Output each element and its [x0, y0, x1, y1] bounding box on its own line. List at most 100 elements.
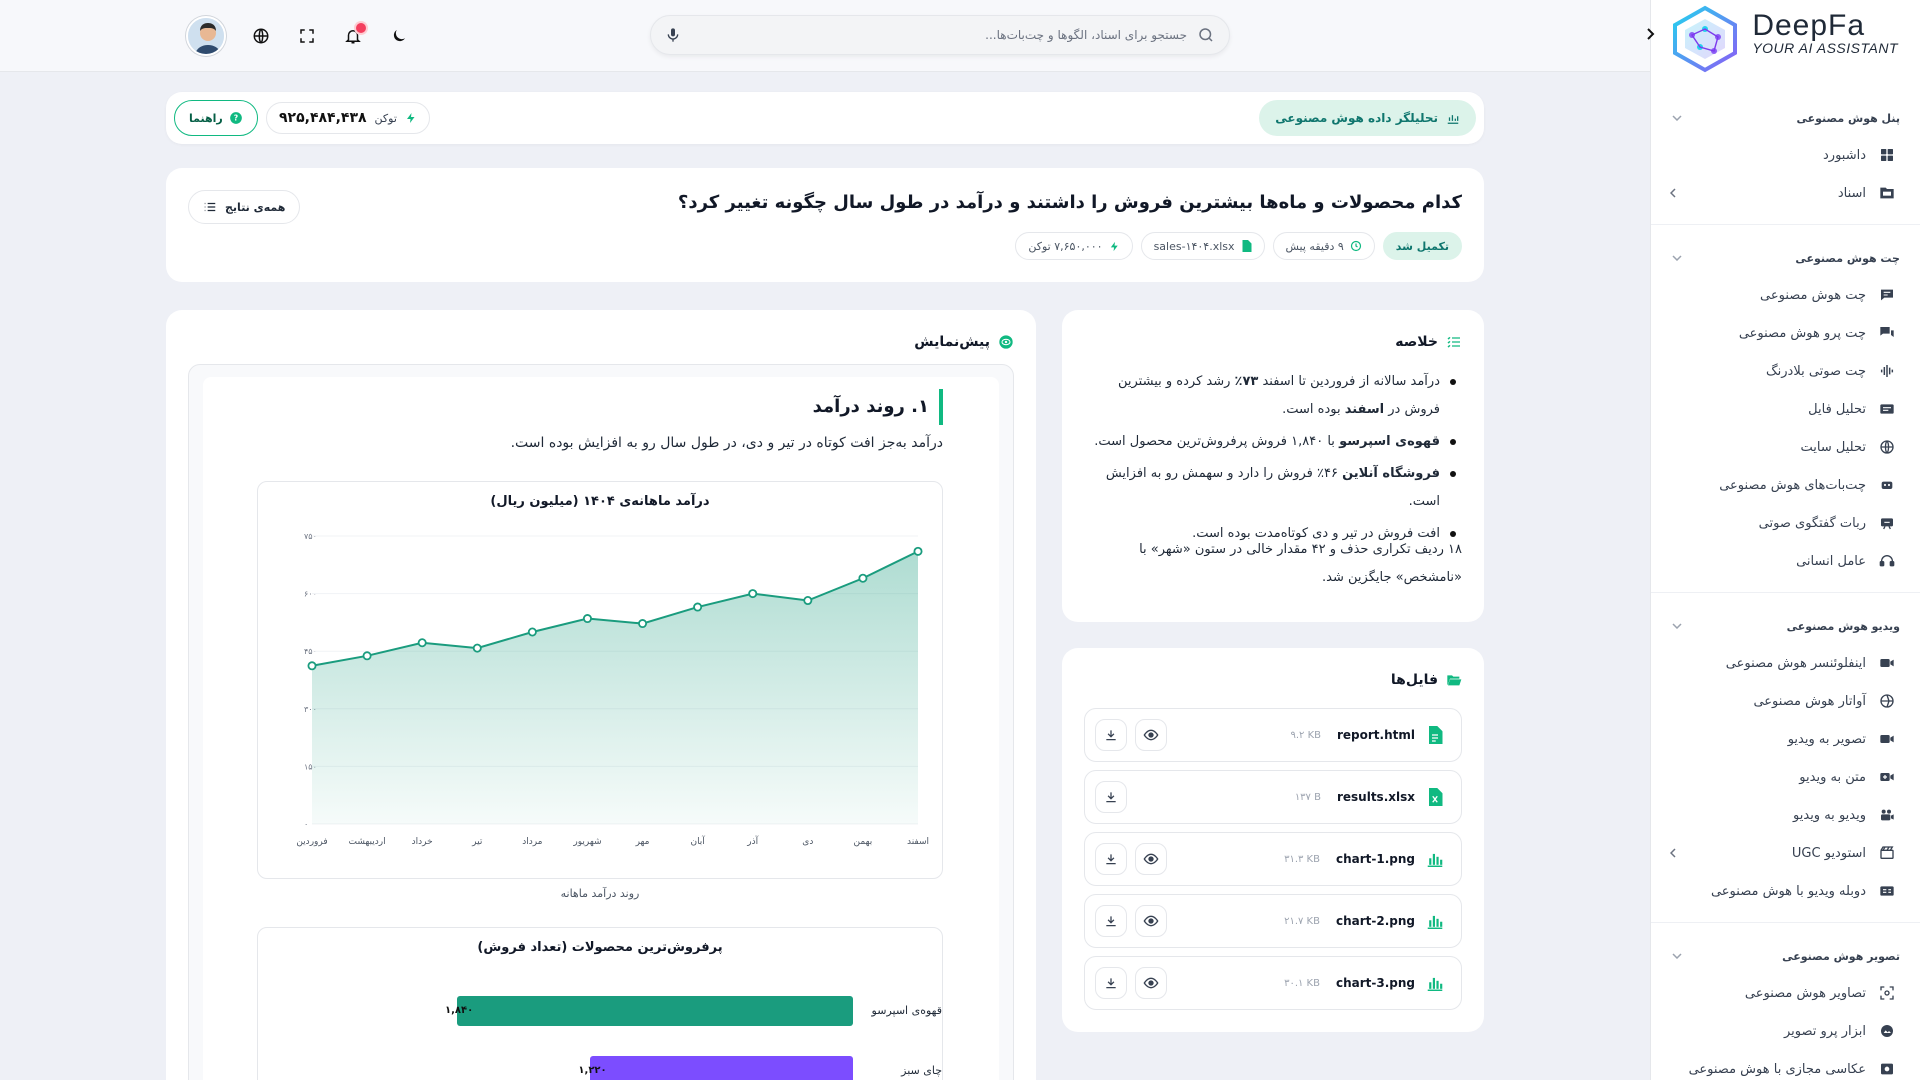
sidebar-item-label: دوبله ویدیو با هوش مصنوعی	[1710, 883, 1866, 899]
file-item[interactable]: report.html ۹.۲ KB	[1084, 708, 1462, 762]
revenue-chart-svg: ۰۱۵۰۳۰۰۴۵۰۶۰۰۷۵۰فروردین اردیبهشت خرداد تیر م…	[296, 532, 929, 847]
file-name: chart-2.png	[1335, 914, 1415, 928]
analyst-tool-chip[interactable]: تحلیلگر داده هوش مصنوعی	[1259, 100, 1476, 136]
svg-text:?: ?	[234, 114, 238, 123]
x-tick-label: مهر	[635, 837, 650, 847]
download-icon[interactable]	[1095, 843, 1127, 875]
x-tick-label: فروردین	[296, 837, 327, 847]
sidebar-item[interactable]: آواتار هوش مصنوعی	[1651, 682, 1920, 720]
brand-logo[interactable]: DeepFa YOUR AI ASSISTANT	[1651, 0, 1920, 76]
file-item[interactable]: chart-3.png ۳۰.۱ KB	[1084, 956, 1462, 1010]
sidebar-item-label: ابزار پرو تصویر	[1783, 1023, 1866, 1039]
chat-pro-icon	[1878, 324, 1896, 342]
analytics-icon	[1446, 111, 1460, 125]
download-icon[interactable]	[1095, 905, 1127, 937]
sidebar-collapse-chevron-icon[interactable]	[1642, 26, 1658, 42]
sidebar-item[interactable]: تصاویر هوش مصنوعی	[1651, 974, 1920, 1012]
help-icon: ?	[229, 111, 243, 125]
lightning-icon	[1109, 241, 1120, 252]
sidebar-section-header[interactable]: پنل هوش مصنوعی	[1651, 100, 1920, 136]
fullscreen-icon[interactable]	[296, 25, 318, 47]
sidebar-item[interactable]: چت صوتی بلادرنگ	[1651, 352, 1920, 390]
dark-mode-moon-icon[interactable]	[388, 25, 410, 47]
sidebar-section-header[interactable]: تصویر هوش مصنوعی	[1651, 938, 1920, 974]
analyst-tool-label: تحلیلگر داده هوش مصنوعی	[1275, 111, 1438, 125]
data-point	[803, 596, 813, 606]
download-icon[interactable]	[1095, 719, 1127, 751]
sidebar-item[interactable]: تحلیل سایت	[1651, 428, 1920, 466]
summary-list: درآمد سالانه از فروردین تا اسفند ۷۳٪ رشد…	[1082, 368, 1462, 552]
sidebar-item-label: تصویر به ویدیو	[1787, 731, 1866, 747]
sidebar-item-label: اسناد	[1837, 185, 1866, 201]
sidebar-section: تصویر هوش مصنوعی تصاویر هوش مصنوعی ابزار پ…	[1651, 938, 1920, 1080]
file-name: sales-۱۴۰۴.xlsx	[1153, 239, 1235, 253]
sidebar-item[interactable]: چت هوش مصنوعی	[1651, 276, 1920, 314]
notification-bell-icon[interactable]	[342, 23, 366, 47]
download-icon[interactable]	[1095, 781, 1127, 813]
sidebar-item-label: متن به ویدیو	[1799, 769, 1866, 785]
search-bar[interactable]	[650, 15, 1230, 55]
all-results-button[interactable]: همه‌ی نتایج	[188, 190, 301, 224]
sidebar-item[interactable]: تحلیل فایل	[1651, 390, 1920, 428]
question-card: کدام محصولات و ماه‌ها بیشترین فروش را دا…	[166, 168, 1484, 282]
download-icon[interactable]	[1095, 967, 1127, 999]
file-item[interactable]: results.xlsx ۱۳۷ B	[1084, 770, 1462, 824]
summary-bullet: درآمد سالانه از فروردین تا اسفند ۷۳٪ رشد…	[1082, 368, 1462, 424]
studio-icon	[1878, 844, 1896, 862]
file-item[interactable]: chart-1.png ۳۱.۳ KB	[1084, 832, 1462, 886]
sidebar-item[interactable]: چت‌بات‌های هوش مصنوعی	[1651, 466, 1920, 504]
language-globe-icon[interactable]	[250, 25, 272, 47]
sidebar-item-label: ربات گفتگوی صوتی	[1758, 515, 1866, 531]
notification-badge	[356, 23, 366, 33]
preview-eye-icon[interactable]	[1135, 967, 1167, 999]
report-preview-frame[interactable]: ۱. روند درآمد درآمد به‌جز افت کوتاه در ت…	[188, 364, 1014, 1080]
sidebar-section-title: پنل هوش مصنوعی	[1796, 111, 1900, 125]
sidebar-item[interactable]: تصویر به ویدیو	[1651, 720, 1920, 758]
file-item[interactable]: chart-2.png ۲۱.۷ KB	[1084, 894, 1462, 948]
sidebar-section-header[interactable]: ویدیو هوش مصنوعی	[1651, 608, 1920, 644]
sidebar-item-label: چت پرو هوش مصنوعی	[1738, 325, 1866, 341]
sidebar-item[interactable]: استودیو UGC	[1651, 834, 1920, 872]
summary-list-icon	[1446, 334, 1462, 350]
preview-eye-icon[interactable]	[1135, 905, 1167, 937]
sidebar-item-label: تحلیل سایت	[1800, 439, 1866, 455]
top-actions	[186, 16, 410, 56]
file-badge[interactable]: sales-۱۴۰۴.xlsx	[1140, 232, 1265, 260]
sidebar-item[interactable]: متن به ویدیو	[1651, 758, 1920, 796]
chart-icon	[1425, 849, 1445, 869]
user-avatar[interactable]	[186, 16, 226, 56]
sidebar-item[interactable]: اسناد	[1651, 174, 1920, 212]
x-tick-label: آذر	[746, 835, 758, 847]
search-input[interactable]	[681, 28, 1197, 42]
sidebar-item[interactable]: ویدیو به ویدیو	[1651, 796, 1920, 834]
all-results-label: همه‌ی نتایج	[225, 200, 286, 214]
y-tick-label: ۴۵۰	[304, 647, 317, 656]
x-tick-label: بهمن	[854, 837, 873, 847]
y-tick-label: ۰	[304, 820, 308, 829]
avatar-icon	[1878, 692, 1896, 710]
clock-icon	[1350, 240, 1362, 252]
preview-eye-icon[interactable]	[1135, 843, 1167, 875]
products-chart: پرفروش‌ترین محصولات (تعداد فروش) قهوه‌ی …	[257, 927, 943, 1080]
sidebar-item[interactable]: دوبله ویدیو با هوش مصنوعی	[1651, 872, 1920, 910]
microphone-icon[interactable]	[665, 27, 681, 43]
x-tick-label: مرداد	[522, 837, 542, 847]
sidebar-item[interactable]: ربات گفتگوی صوتی	[1651, 504, 1920, 542]
file-actions	[1095, 843, 1167, 875]
data-point	[748, 589, 758, 599]
sidebar-section-title: تصویر هوش مصنوعی	[1782, 949, 1900, 963]
sidebar-item[interactable]: ابزار پرو تصویر	[1651, 1012, 1920, 1050]
top-bar	[0, 0, 1650, 72]
sidebar-item[interactable]: اینفلوئنسر هوش مصنوعی	[1651, 644, 1920, 682]
sidebar-item[interactable]: چت پرو هوش مصنوعی	[1651, 314, 1920, 352]
sidebar-divider	[1651, 224, 1920, 225]
preview-eye-icon[interactable]	[1135, 719, 1167, 751]
sidebar-item[interactable]: عکاسی مجازی با هوش مصنوعی	[1651, 1050, 1920, 1080]
sidebar-section: چت هوش مصنوعی چت هوش مصنوعی چت پرو هوش مصن…	[1651, 240, 1920, 580]
sidebar-section-header[interactable]: چت هوش مصنوعی	[1651, 240, 1920, 276]
file-size: ۲۱.۷ KB	[1284, 915, 1320, 927]
sidebar-item[interactable]: داشبورد	[1651, 136, 1920, 174]
sidebar-item[interactable]: عامل انسانی	[1651, 542, 1920, 580]
data-point	[527, 627, 537, 637]
guide-button[interactable]: ? راهنما	[174, 100, 258, 136]
